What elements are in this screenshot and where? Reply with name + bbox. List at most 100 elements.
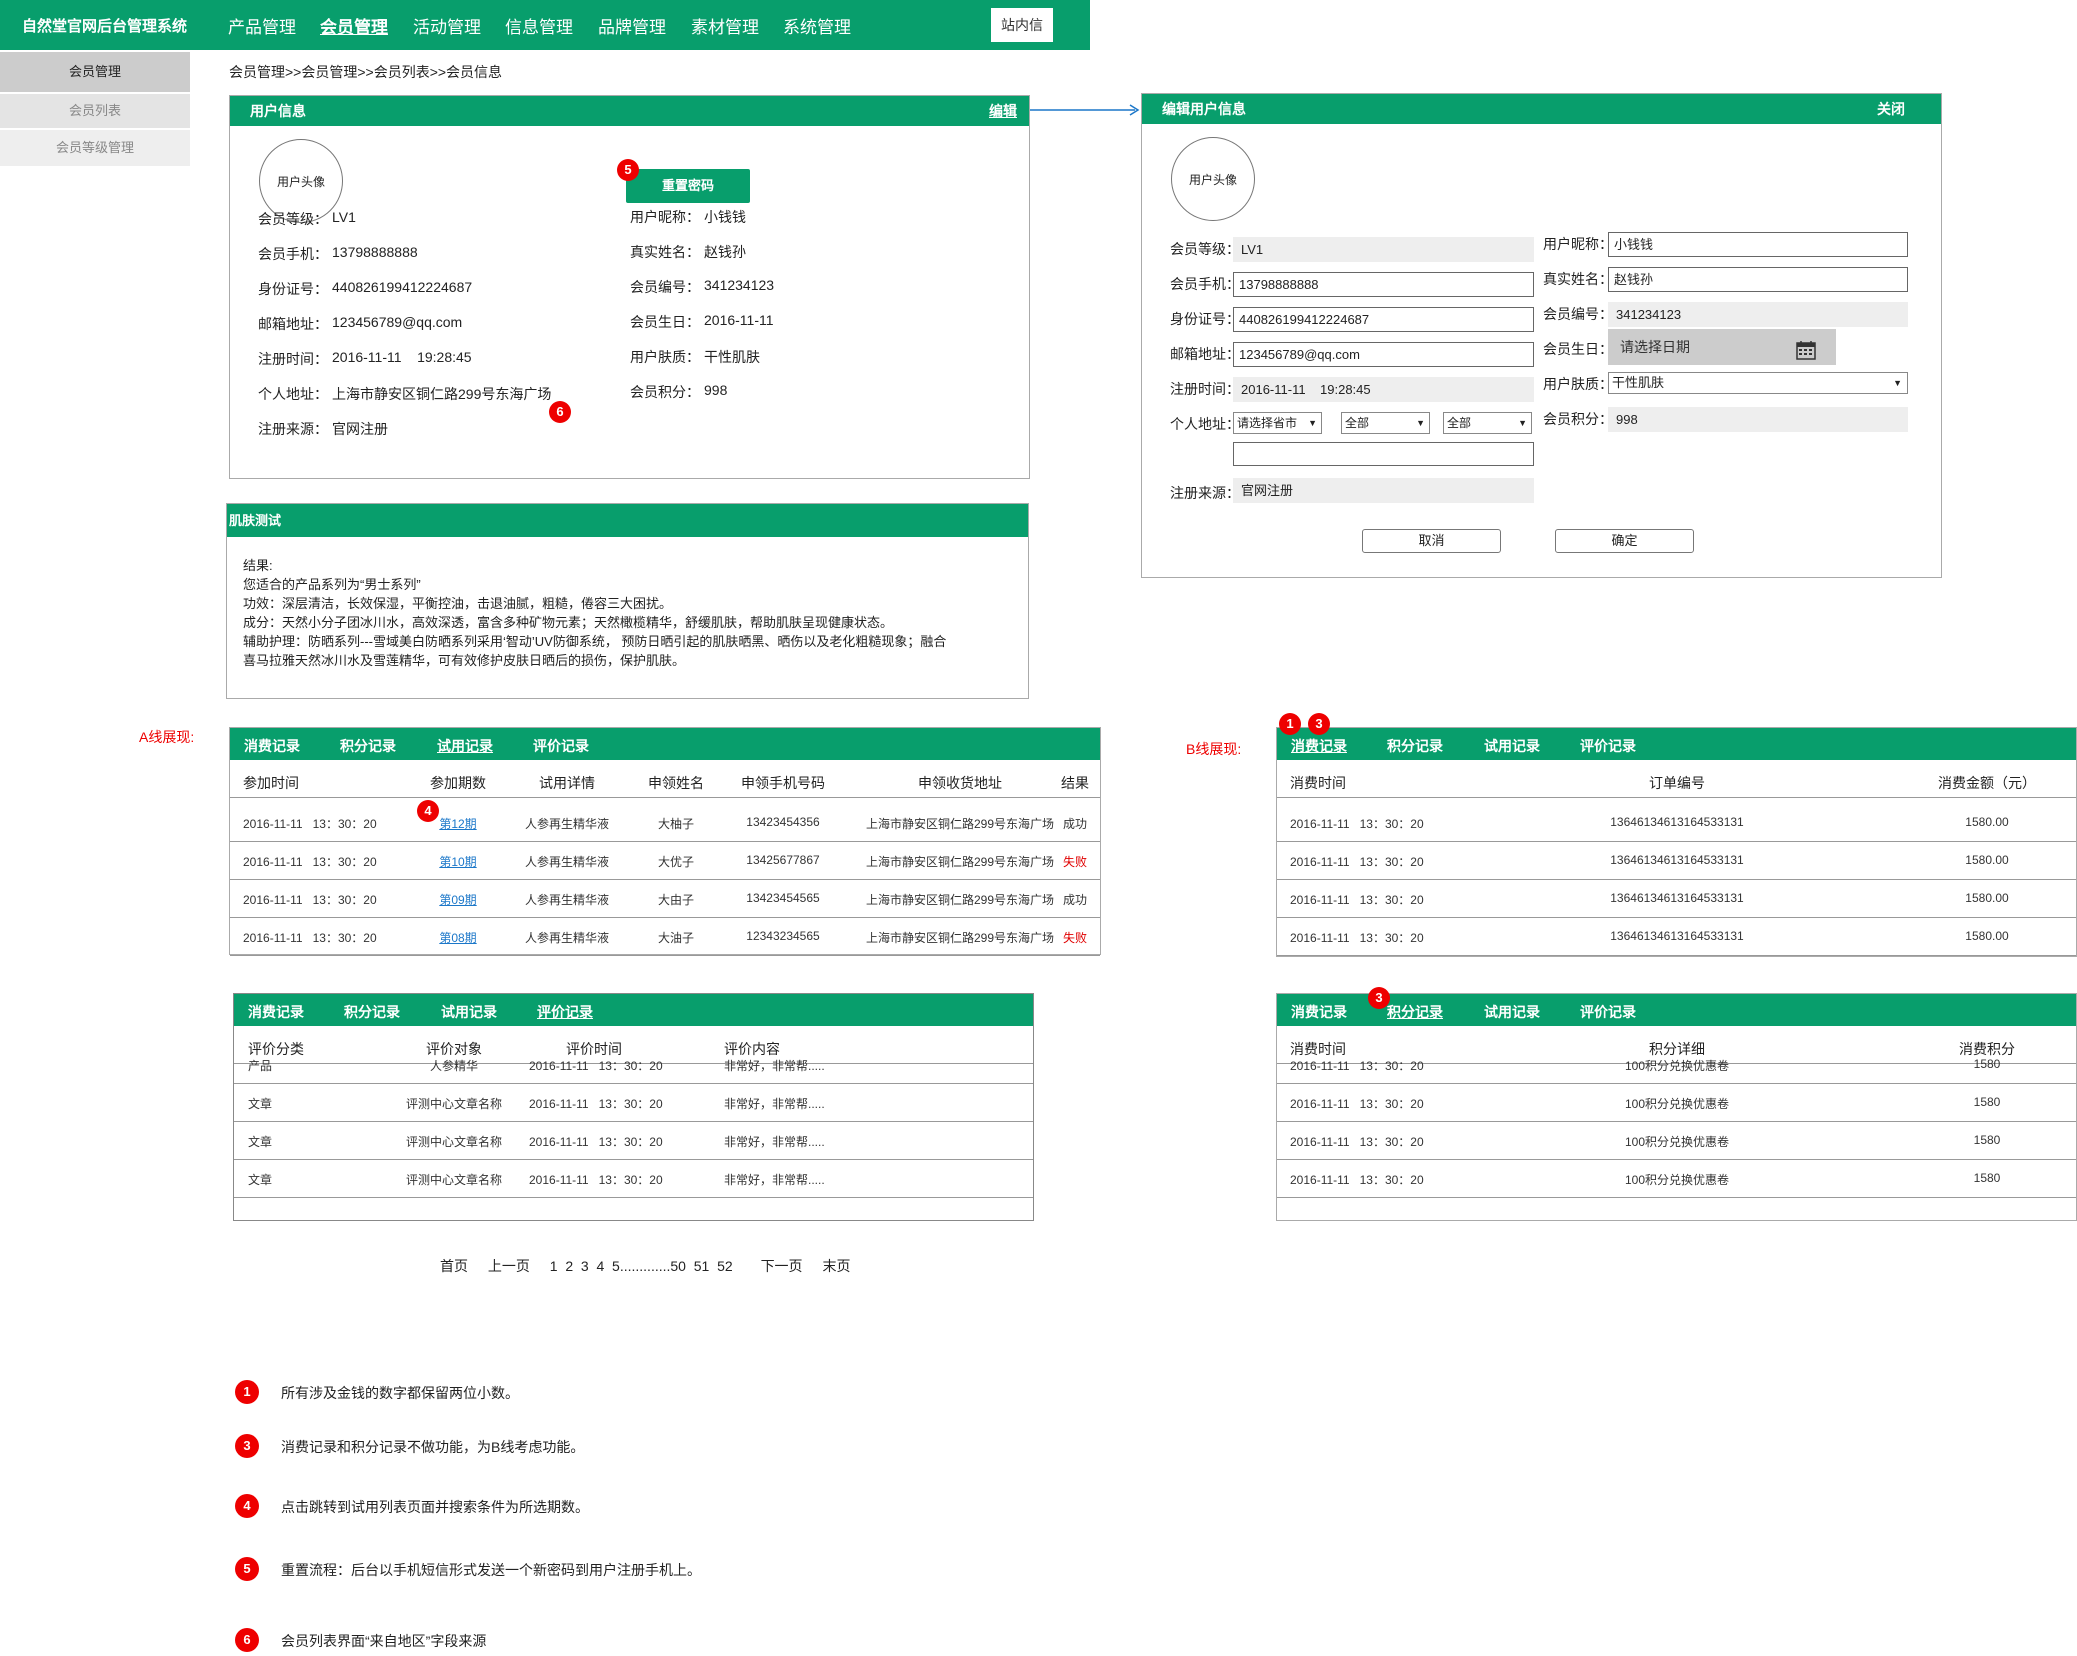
- calendar-icon[interactable]: [1796, 337, 1816, 360]
- table-row: 2016-11-11 13：30：20 第09期 人参再生精华液 大由子 1342345…: [230, 880, 1100, 918]
- province-select[interactable]: 请选择省市 ▼: [1233, 412, 1322, 434]
- table-cell: 非常好，非常帮.....: [724, 1097, 825, 1111]
- edit-field-input[interactable]: 赵钱孙: [1608, 267, 1908, 292]
- nav-member[interactable]: 会员管理: [320, 13, 388, 38]
- table-row: 2016-11-11 13：30：20 13646134613164533131 1…: [1277, 880, 2076, 918]
- city-select[interactable]: 全部 ▼: [1341, 412, 1430, 434]
- tab-consume[interactable]: 消费记录: [1291, 736, 1347, 756]
- edit-field-label: 会员编号：: [1543, 306, 1613, 322]
- tab-review[interactable]: 评价记录: [1580, 1002, 1636, 1022]
- tab-review[interactable]: 评价记录: [537, 1002, 593, 1022]
- nav-system[interactable]: 系统管理: [783, 13, 851, 38]
- table-row: 产品 人参精华 2016-11-11 13：30：20 非常好，非常帮.....: [234, 1046, 1033, 1084]
- user-info-title: 用户信息: [250, 103, 306, 119]
- tab-points[interactable]: 积分记录: [1387, 736, 1443, 756]
- table-cell: 13646134613164533131: [1610, 891, 1744, 905]
- confirm-button[interactable]: 确定: [1555, 529, 1694, 553]
- skin-line: 功效：深层清洁，长效保湿，平衡控油，击退油腻，粗糙，倦容三大困扰。: [243, 596, 673, 611]
- table-row: 文章 评测中心文章名称 2016-11-11 13：30：20 非常好，非常帮....…: [234, 1084, 1033, 1122]
- sidebar-item-member-level[interactable]: 会员等级管理: [0, 130, 190, 166]
- column-header: 申领手机号码: [741, 775, 825, 791]
- table-row: 2016-11-11 13：30：20 13646134613164533131 1…: [1277, 918, 2076, 956]
- table-cell: 1580: [1973, 1095, 2001, 1109]
- skin-type-select[interactable]: 干性肌肤 ▼: [1608, 372, 1908, 394]
- tab-points[interactable]: 积分记录: [340, 736, 396, 756]
- tab-consume[interactable]: 消费记录: [244, 736, 300, 756]
- field-value: 上海市静安区铜仁路299号东海广场: [332, 386, 552, 402]
- nav-brand[interactable]: 品牌管理: [598, 13, 666, 38]
- message-button[interactable]: 站内信: [991, 8, 1053, 42]
- page-numbers[interactable]: 1 2 3 4 5.............50 51 52: [550, 1258, 733, 1274]
- note-badge: 3: [235, 1434, 259, 1458]
- table-cell: 人参再生精华液: [524, 931, 609, 945]
- edit-avatar[interactable]: 用户头像: [1171, 137, 1255, 221]
- field-label: 用户昵称：: [630, 209, 700, 225]
- period-link[interactable]: 第09期: [423, 891, 493, 908]
- sidebar-item-member-list[interactable]: 会员列表: [0, 94, 190, 128]
- table-cell: 大油子: [657, 931, 694, 945]
- tab-review[interactable]: 评价记录: [533, 736, 589, 756]
- table-cell: 13646134613164533131: [1610, 815, 1744, 829]
- table-cell: 2016-11-11 13：30：20: [529, 1135, 663, 1149]
- consume-tab-bar: 消费记录 积分记录 试用记录 评价记录: [1277, 728, 2076, 760]
- edit-link[interactable]: 编辑: [989, 96, 1017, 126]
- select-value: 干性肌肤: [1612, 375, 1665, 390]
- nav-product[interactable]: 产品管理: [228, 13, 296, 38]
- tab-trial[interactable]: 试用记录: [1484, 736, 1540, 756]
- edit-field-readonly: 2016-11-11 19:28:45: [1233, 377, 1534, 402]
- district-select[interactable]: 全部 ▼: [1443, 412, 1532, 434]
- tab-points[interactable]: 积分记录: [344, 1002, 400, 1022]
- cancel-button[interactable]: 取消: [1362, 529, 1501, 553]
- field-value: 341234123: [704, 277, 775, 293]
- nav-info[interactable]: 信息管理: [505, 13, 573, 38]
- field-label: 会员等级：: [258, 211, 328, 227]
- period-link[interactable]: 第10期: [423, 853, 493, 870]
- edit-field-input[interactable]: 440826199412224687: [1233, 307, 1534, 332]
- table-cell: 人参再生精华液: [524, 893, 609, 907]
- table-cell: 非常好，非常帮.....: [724, 1059, 825, 1073]
- field-value: 2016-11-11: [704, 312, 774, 328]
- field-label: 注册时间：: [258, 351, 328, 367]
- prev-page[interactable]: 上一页: [488, 1258, 530, 1274]
- note-text: 会员列表界面“来自地区”字段来源: [281, 1633, 487, 1649]
- table-cell: 2016-11-11 13：30：20: [1290, 1059, 1424, 1073]
- nav-material[interactable]: 素材管理: [691, 13, 759, 38]
- edit-field-readonly: 341234123: [1608, 302, 1908, 327]
- field-label: 会员生日：: [630, 314, 700, 330]
- tab-review[interactable]: 评价记录: [1580, 736, 1636, 756]
- edit-field-input[interactable]: 13798888888: [1233, 272, 1534, 297]
- tab-trial[interactable]: 试用记录: [1484, 1002, 1540, 1022]
- table-cell: 2016-11-11 13：30：20: [1290, 931, 1424, 945]
- table-cell: 100积分兑换优惠卷: [1624, 1135, 1730, 1149]
- edit-field-input[interactable]: 123456789@qq.com: [1233, 342, 1534, 367]
- table-cell: 文章: [248, 1097, 273, 1111]
- tab-trial[interactable]: 试用记录: [437, 736, 493, 756]
- tab-consume[interactable]: 消费记录: [1291, 1002, 1347, 1022]
- reset-password-button[interactable]: 重置密码: [626, 169, 750, 203]
- table-cell: 2016-11-11 13：30：20: [1290, 1173, 1424, 1187]
- skin-line: 成分：天然小分子团冰川水，高效深透，富含多种矿物元素；天然橄榄精华，舒缓肌肤，帮…: [243, 615, 894, 630]
- tab-trial[interactable]: 试用记录: [441, 1002, 497, 1022]
- row-divider: [1277, 1197, 2076, 1198]
- table-cell: 上海市静安区铜仁路299号东海广场: [865, 893, 1055, 907]
- tab-consume[interactable]: 消费记录: [248, 1002, 304, 1022]
- address-detail-input[interactable]: [1233, 442, 1534, 466]
- sidebar-title[interactable]: 会员管理: [0, 52, 190, 92]
- birthday-date-picker[interactable]: 请选择日期: [1608, 329, 1836, 365]
- table-cell: 100积分兑换优惠卷: [1624, 1059, 1730, 1073]
- nav-activity[interactable]: 活动管理: [413, 13, 481, 38]
- table-cell: 评测中心文章名称: [405, 1097, 502, 1111]
- period-link[interactable]: 第08期: [423, 929, 493, 946]
- field-value: 13798888888: [332, 244, 418, 260]
- table-cell: 非常好，非常帮.....: [724, 1135, 825, 1149]
- tab-points[interactable]: 积分记录: [1387, 1002, 1443, 1022]
- table-row: 2016-11-11 13：30：20 第10期 人参再生精华液 大优子 1342567…: [230, 842, 1100, 880]
- date-placeholder: 请选择日期: [1620, 339, 1690, 355]
- review-record-table: 消费记录 积分记录 试用记录 评价记录 评价分类 评价对象 评价时间 评价内容 产品 人参…: [233, 993, 1034, 1221]
- first-page[interactable]: 首页: [440, 1258, 468, 1274]
- next-page[interactable]: 下一页: [761, 1258, 803, 1274]
- column-header: 消费时间: [1290, 775, 1346, 791]
- edit-field-input[interactable]: 小钱钱: [1608, 232, 1908, 257]
- close-link[interactable]: 关闭: [1877, 94, 1905, 124]
- last-page[interactable]: 末页: [822, 1258, 850, 1274]
